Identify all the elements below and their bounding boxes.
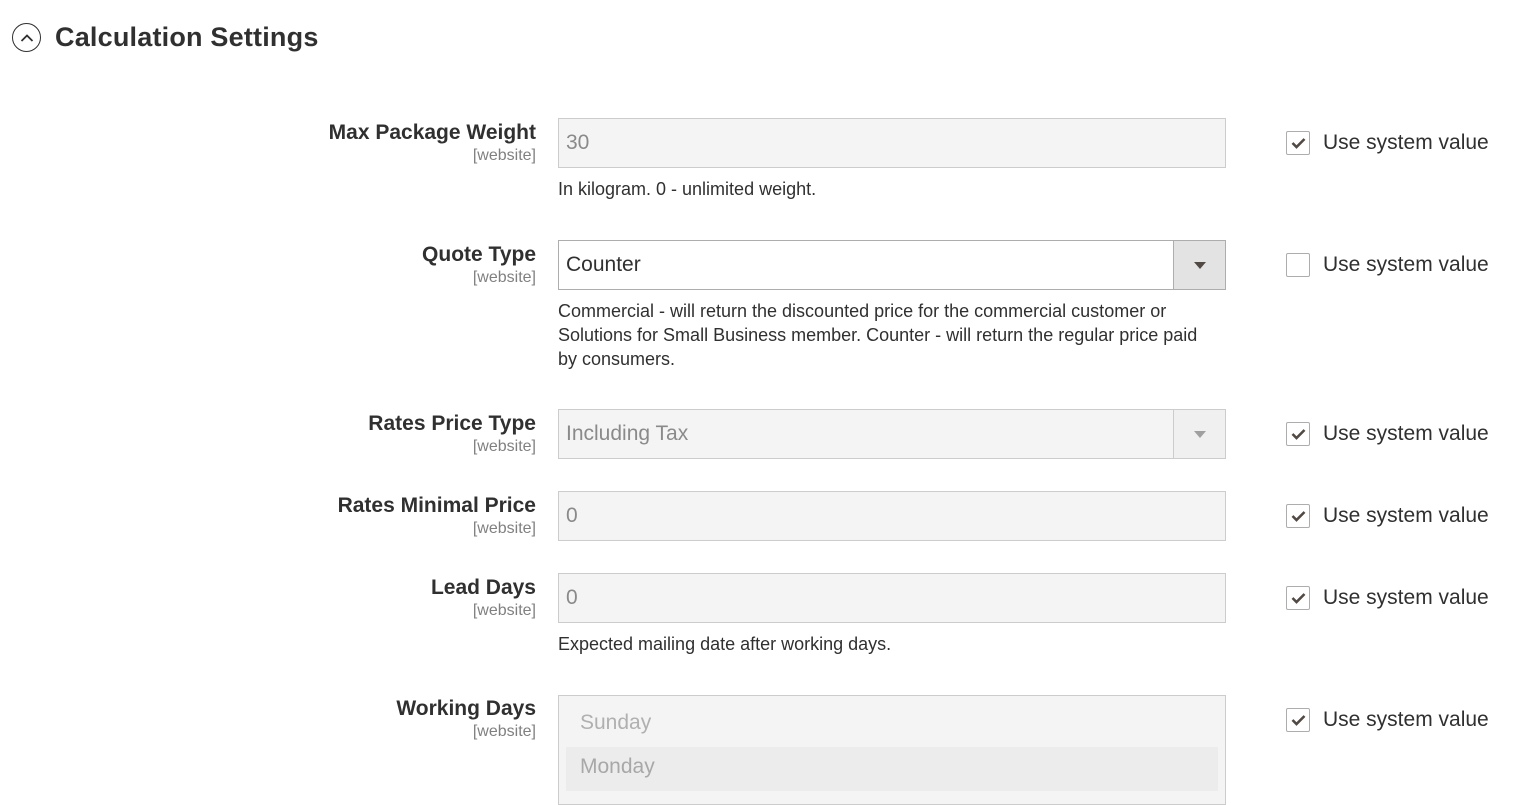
rates-price-type-select[interactable]: Including Tax xyxy=(558,409,1226,459)
input-value: 0 xyxy=(566,504,578,527)
rates-minimal-price-input[interactable]: 0 xyxy=(558,491,1226,541)
dropdown-arrow-icon[interactable] xyxy=(1173,410,1225,458)
checkbox-checked[interactable] xyxy=(1286,708,1310,732)
checkmark-icon xyxy=(1291,138,1305,149)
field-scope: [website] xyxy=(472,147,536,164)
working-days-multiselect[interactable]: Sunday Monday xyxy=(558,695,1226,805)
multiselect-option[interactable]: Monday xyxy=(566,747,1218,791)
field-note: In kilogram. 0 - unlimited weight. xyxy=(558,179,817,199)
field-label: Working Days xyxy=(396,697,536,720)
use-system-value-label: Use system value xyxy=(1323,504,1489,527)
use-system-value-label: Use system value xyxy=(1323,131,1489,154)
section-title: Calculation Settings xyxy=(55,22,319,52)
use-system-value-rates-price-type[interactable]: Use system value xyxy=(1286,422,1489,446)
field-label: Rates Minimal Price xyxy=(337,494,536,517)
field-label: Rates Price Type xyxy=(368,412,536,435)
use-system-value-label: Use system value xyxy=(1323,586,1489,609)
field-note: Commercial - will return the discounted … xyxy=(558,301,1198,369)
checkmark-icon xyxy=(1291,593,1305,604)
field-scope: [website] xyxy=(472,520,536,537)
checkbox-checked[interactable] xyxy=(1286,504,1310,528)
lead-days-input[interactable]: 0 xyxy=(558,573,1226,623)
dropdown-arrow-icon[interactable] xyxy=(1173,241,1225,289)
field-scope: [website] xyxy=(472,602,536,619)
checkmark-icon xyxy=(1291,511,1305,522)
field-scope: [website] xyxy=(472,438,536,455)
use-system-value-quote-type[interactable]: Use system value xyxy=(1286,253,1489,277)
field-scope: [website] xyxy=(472,723,536,740)
max-package-weight-input[interactable]: 30 xyxy=(558,118,1226,168)
field-note: Expected mailing date after working days… xyxy=(558,634,892,654)
select-value: Counter xyxy=(566,253,641,276)
use-system-value-max-package-weight[interactable]: Use system value xyxy=(1286,131,1489,155)
input-value: 30 xyxy=(566,131,590,154)
quote-type-select[interactable]: Counter xyxy=(558,240,1226,290)
checkmark-icon xyxy=(1291,715,1305,726)
checkmark-icon xyxy=(1291,429,1305,440)
field-label: Lead Days xyxy=(430,576,536,599)
use-system-value-rates-minimal-price[interactable]: Use system value xyxy=(1286,504,1489,528)
field-scope: [website] xyxy=(472,269,536,286)
chevron-up-circle-icon[interactable] xyxy=(12,23,41,52)
use-system-value-working-days[interactable]: Use system value xyxy=(1286,708,1489,732)
checkbox-checked[interactable] xyxy=(1286,422,1310,446)
use-system-value-label: Use system value xyxy=(1323,422,1489,445)
section-toggle-calculation-settings[interactable]: Calculation Settings xyxy=(12,22,319,53)
field-label: Max Package Weight xyxy=(328,121,536,144)
multiselect-option[interactable]: Sunday xyxy=(566,703,1218,747)
checkbox-checked[interactable] xyxy=(1286,586,1310,610)
use-system-value-label: Use system value xyxy=(1323,708,1489,731)
checkbox-unchecked[interactable] xyxy=(1286,253,1310,277)
use-system-value-label: Use system value xyxy=(1323,253,1489,276)
checkbox-checked[interactable] xyxy=(1286,131,1310,155)
input-value: 0 xyxy=(566,586,578,609)
use-system-value-lead-days[interactable]: Use system value xyxy=(1286,586,1489,610)
select-value: Including Tax xyxy=(566,422,689,445)
field-label: Quote Type xyxy=(422,243,536,266)
